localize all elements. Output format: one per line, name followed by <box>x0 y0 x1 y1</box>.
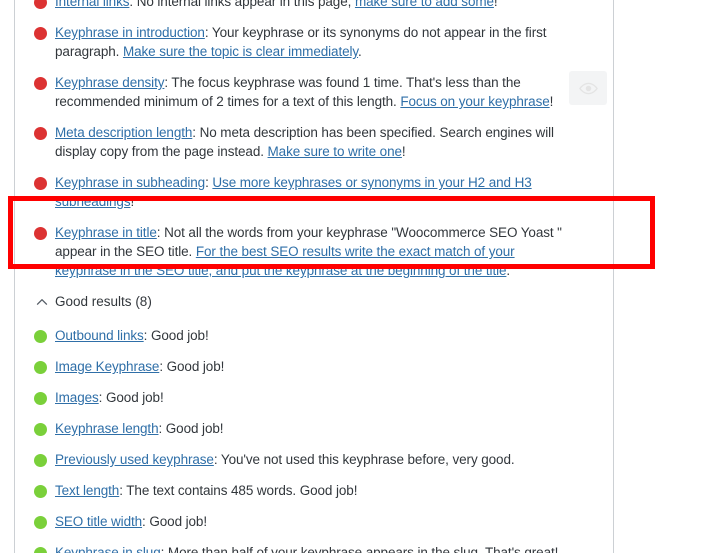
assessment-link-previously-used-keyphrase[interactable]: Previously used keyphrase <box>55 452 214 467</box>
problem-status-bullet-icon <box>34 177 47 190</box>
assessment-item-keyphrase-length: Keyphrase length: Good job! <box>15 419 613 438</box>
assessment-item-meta-description-length: Meta description length: No meta descrip… <box>15 123 613 161</box>
problem-status-bullet-icon <box>34 0 47 9</box>
good-results-title: Good results <box>55 294 132 309</box>
assessment-cta-link-meta-description-length[interactable]: Make sure to write one <box>268 144 402 159</box>
assessment-item-internal-links: Internal links: No internal links appear… <box>15 0 613 11</box>
assessment-link-keyphrase-in-subheading[interactable]: Keyphrase in subheading <box>55 175 205 190</box>
good-result-list: Outbound links: Good job! Image Keyphrase… <box>15 326 613 553</box>
assessment-item-outbound-links: Outbound links: Good job! <box>15 326 613 345</box>
chevron-up-icon <box>35 295 49 309</box>
assessment-link-seo-title-width[interactable]: SEO title width <box>55 514 142 529</box>
problem-status-bullet-icon <box>34 27 47 40</box>
assessment-item-keyphrase-in-introduction: Keyphrase in introduction: Your keyphras… <box>15 23 613 61</box>
assessment-item-keyphrase-in-subheading: Keyphrase in subheading: Use more keyphr… <box>15 173 613 211</box>
assessment-item-previously-used-keyphrase: Previously used keyphrase: You've not us… <box>15 450 613 469</box>
assessment-link-internal-links[interactable]: Internal links <box>55 0 129 9</box>
highlight-in-text-eye-button[interactable] <box>569 71 607 105</box>
good-status-bullet-icon <box>34 547 47 553</box>
assessment-link-meta-description-length[interactable]: Meta description length <box>55 125 192 140</box>
problem-status-bullet-icon <box>34 127 47 140</box>
assessment-text-tail: ! <box>130 194 135 209</box>
assessment-item-seo-title-width: SEO title width: Good job! <box>15 512 613 531</box>
assessment-link-keyphrase-in-title[interactable]: Keyphrase in title <box>55 225 157 240</box>
assessment-item-text-length: Text length: The text contains 485 words… <box>15 481 613 500</box>
assessment-text-tail: : Good job! <box>158 421 224 436</box>
assessment-link-keyphrase-density[interactable]: Keyphrase density <box>55 75 164 90</box>
assessment-text-tail: ! <box>493 0 498 9</box>
good-status-bullet-icon <box>34 361 47 374</box>
assessment-link-outbound-links[interactable]: Outbound links <box>55 328 144 343</box>
assessment-item-image-keyphrase: Image Keyphrase: Good job! <box>15 357 613 376</box>
good-status-bullet-icon <box>34 485 47 498</box>
assessment-text-tail: : Good job! <box>159 359 225 374</box>
good-status-bullet-icon <box>34 516 47 529</box>
good-results-count: (8) <box>135 294 152 309</box>
assessment-text-tail: . <box>358 44 362 59</box>
good-status-bullet-icon <box>34 392 47 405</box>
assessment-text-tail: : Good job! <box>98 390 164 405</box>
good-results-section-toggle[interactable]: Good results (8) <box>15 292 613 312</box>
assessment-link-keyphrase-in-slug[interactable]: Keyphrase in slug <box>55 545 161 553</box>
problems-result-list: Internal links: No internal links appear… <box>15 0 613 280</box>
eye-icon <box>578 79 598 98</box>
assessment-link-keyphrase-length[interactable]: Keyphrase length <box>55 421 159 436</box>
assessment-text-tail: ! <box>401 144 406 159</box>
assessment-text: : No internal links appear in this page, <box>129 0 355 9</box>
assessment-text-tail: : Good job! <box>142 514 207 529</box>
problem-status-bullet-icon <box>34 227 47 240</box>
good-status-bullet-icon <box>34 454 47 467</box>
good-status-bullet-icon <box>34 330 47 343</box>
assessment-text-tail: : You've not used this keyphrase before,… <box>213 452 515 467</box>
assessment-link-keyphrase-in-introduction[interactable]: Keyphrase in introduction <box>55 25 205 40</box>
assessment-item-keyphrase-in-slug: Keyphrase in slug: More than half of you… <box>15 543 613 553</box>
assessment-item-images: Images: Good job! <box>15 388 613 407</box>
assessment-cta-link-keyphrase-in-introduction[interactable]: Make sure the topic is clear immediately <box>123 44 358 59</box>
assessment-item-keyphrase-in-title: Keyphrase in title: Not all the words fr… <box>15 223 613 280</box>
assessment-text-tail: : More than half of your keyphrase appea… <box>160 545 559 553</box>
assessment-text-tail: : Good job! <box>143 328 209 343</box>
problem-status-bullet-icon <box>34 77 47 90</box>
assessment-link-text-length[interactable]: Text length <box>55 483 119 498</box>
assessment-link-images[interactable]: Images <box>55 390 99 405</box>
assessment-text-tail: : The text contains 485 words. Good job! <box>119 483 358 498</box>
analysis-scroll-area[interactable]: Internal links: No internal links appear… <box>15 0 613 553</box>
assessment-item-keyphrase-density: Keyphrase density: The focus keyphrase w… <box>15 71 613 111</box>
assessment-text-tail: ! <box>549 94 554 109</box>
assessment-cta-link-internal-links[interactable]: make sure to add some <box>355 0 494 9</box>
assessment-link-image-keyphrase[interactable]: Image Keyphrase <box>55 359 159 374</box>
good-status-bullet-icon <box>34 423 47 436</box>
assessment-text-tail: . <box>506 263 511 278</box>
seo-analysis-panel: Internal links: No internal links appear… <box>14 0 614 553</box>
assessment-cta-link-keyphrase-density[interactable]: Focus on your keyphrase <box>400 94 549 109</box>
